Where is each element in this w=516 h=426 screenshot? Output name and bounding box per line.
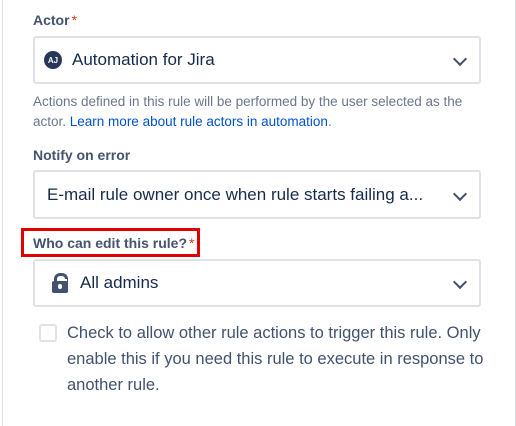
editors-label: Who can edit this rule? * <box>33 235 194 251</box>
notify-label: Notify on error <box>33 147 131 163</box>
actor-help-text: Actions defined in this rule will be per… <box>33 92 483 132</box>
required-mark: * <box>71 12 78 28</box>
editors-select-value: All admins <box>80 273 159 292</box>
required-mark: * <box>189 235 195 251</box>
chevron-down-icon <box>452 274 468 290</box>
chevron-down-icon <box>452 51 468 67</box>
avatar: AJ <box>44 51 62 69</box>
actor-help-suffix: . <box>327 114 332 129</box>
allow-trigger-checkbox[interactable] <box>39 324 57 342</box>
rule-actors-link[interactable]: Learn more about rule actors in automati… <box>70 114 328 129</box>
notify-select-value: E-mail rule owner once when rule starts … <box>47 184 424 204</box>
allow-trigger-label[interactable]: Check to allow other rule actions to tri… <box>67 320 487 398</box>
unlock-icon <box>52 273 68 293</box>
editors-select[interactable]: All admins <box>33 259 481 307</box>
notify-select[interactable]: E-mail rule owner once when rule starts … <box>33 170 481 219</box>
editors-label-text: Who can edit this rule? <box>33 235 188 251</box>
chevron-down-icon <box>452 186 468 201</box>
actor-select-value: Automation for Jira <box>72 50 215 69</box>
panel-left-border <box>2 0 3 426</box>
actor-select[interactable]: AJ Automation for Jira <box>33 36 481 84</box>
actor-label-text: Actor <box>33 12 70 28</box>
actor-label: Actor * <box>33 12 77 28</box>
